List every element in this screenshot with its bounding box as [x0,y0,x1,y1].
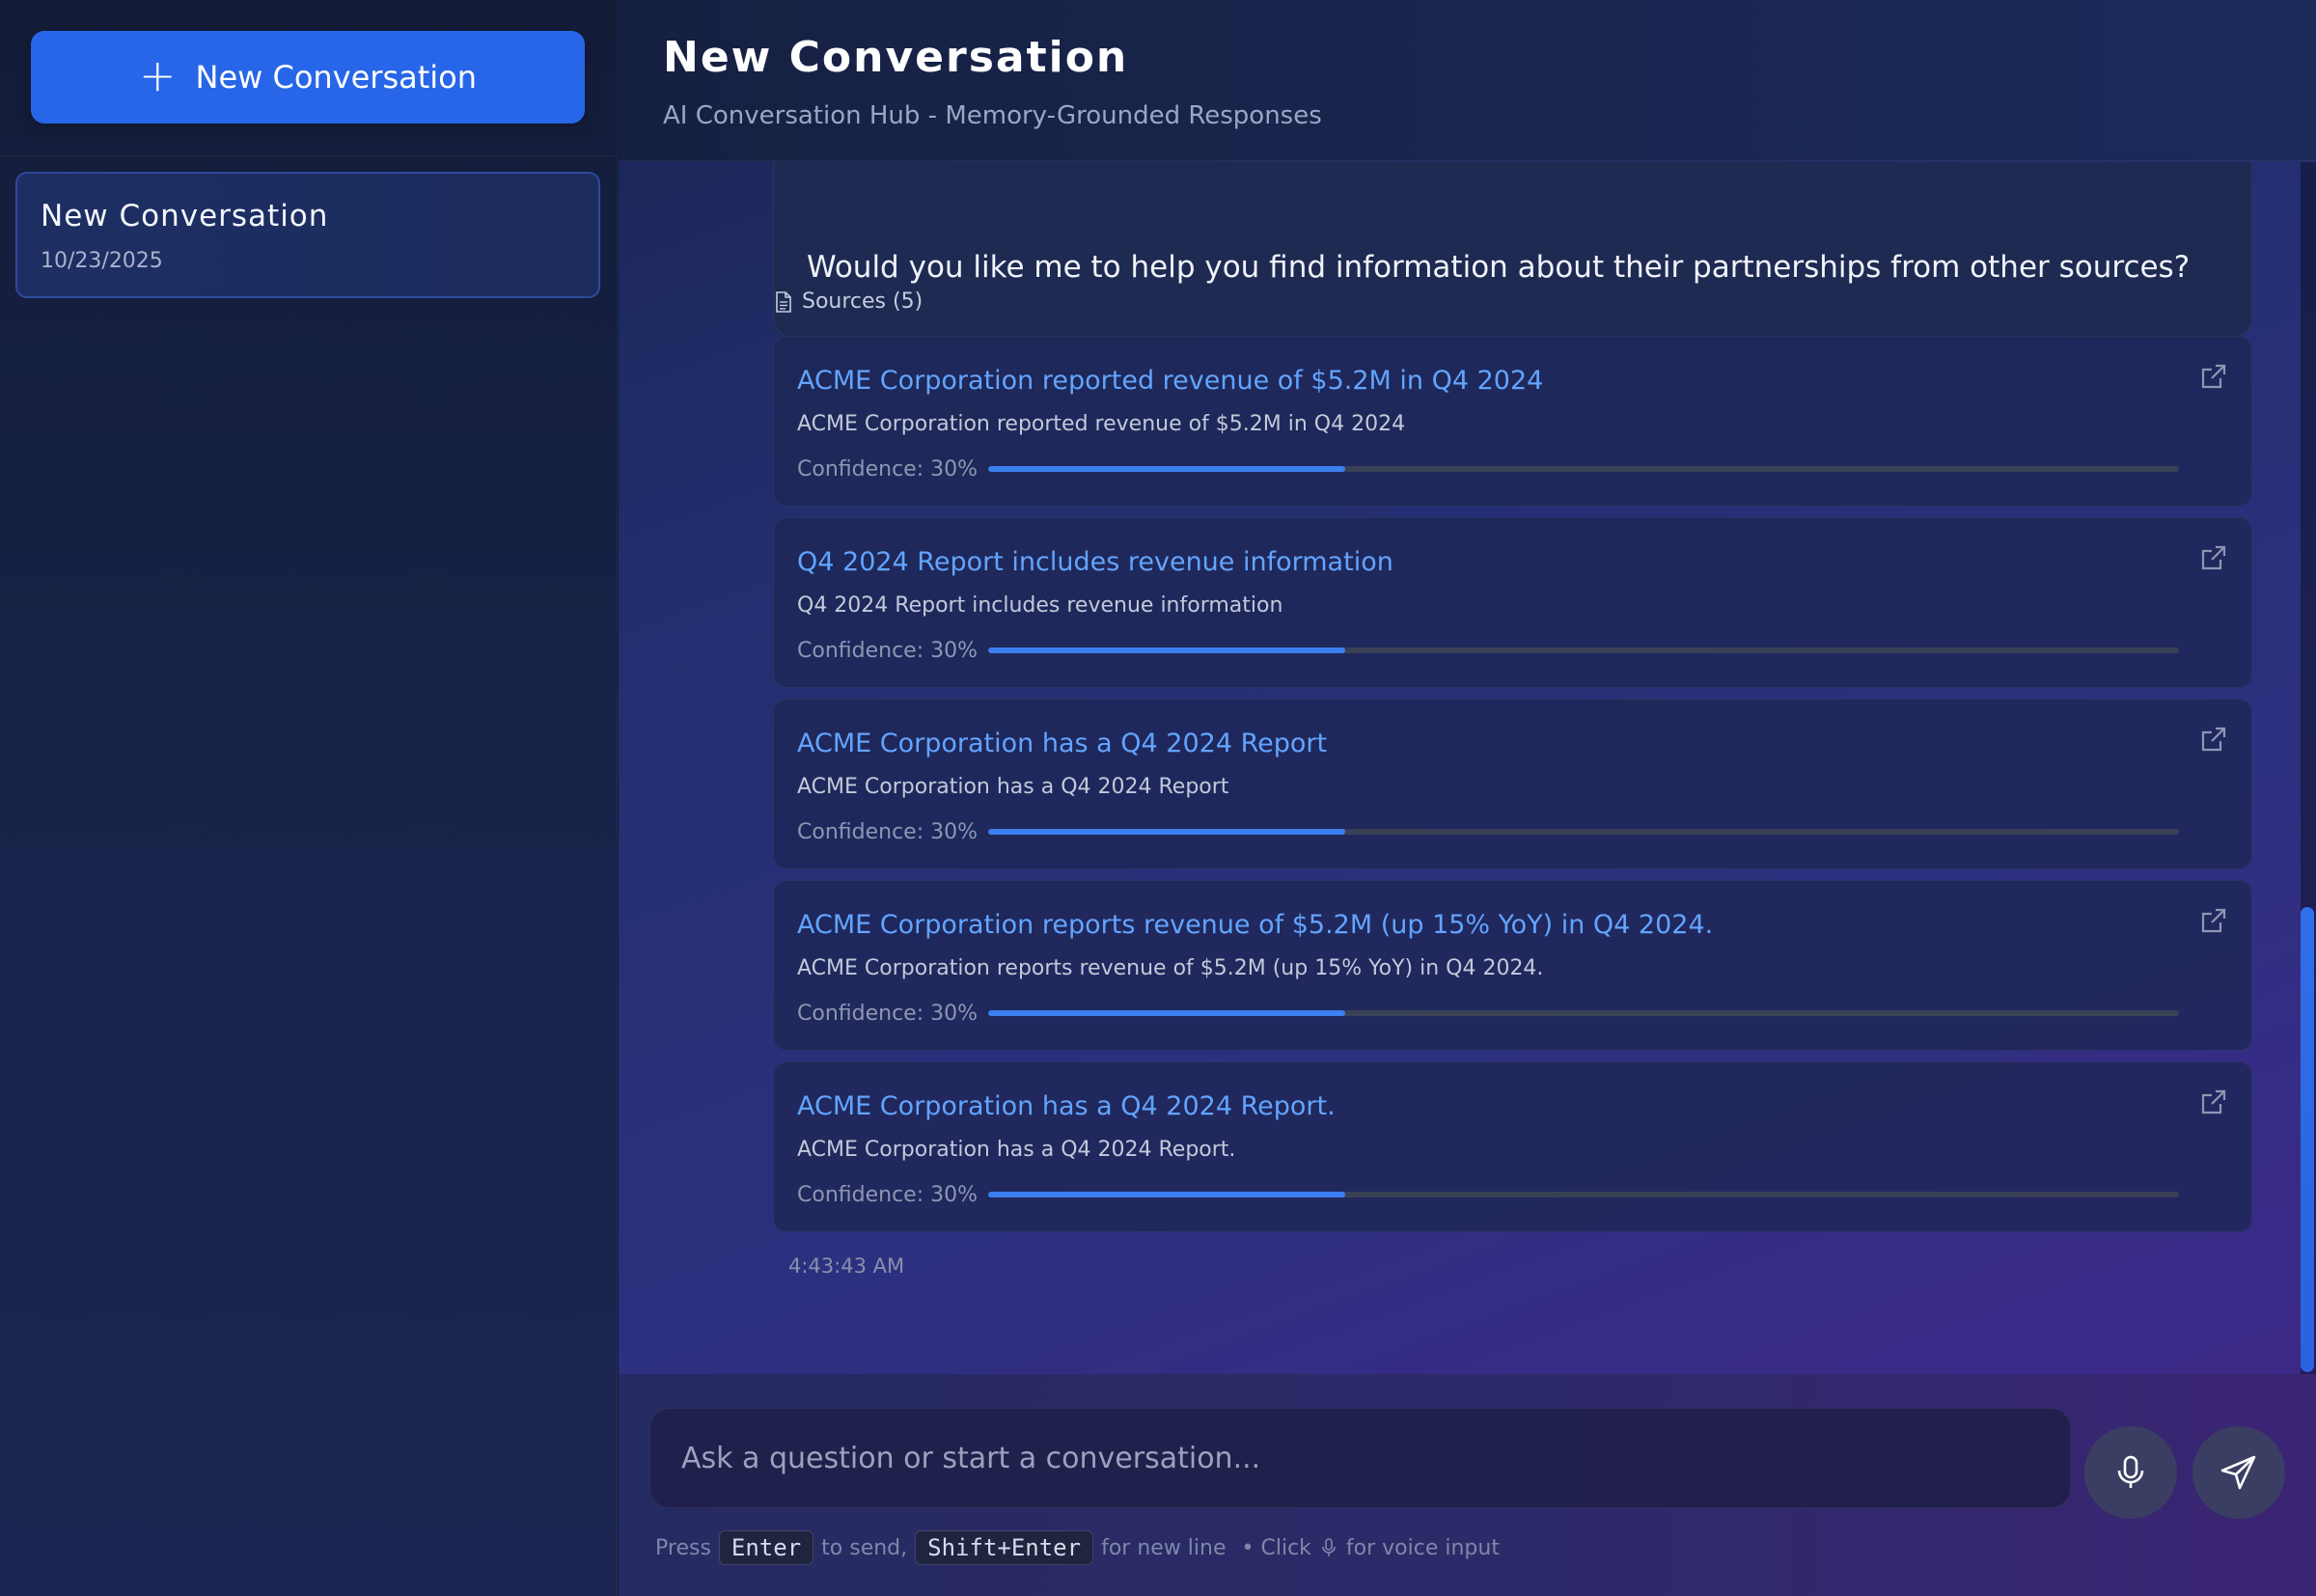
confidence-bar [988,466,2179,472]
voice-input-button[interactable] [2084,1426,2177,1519]
hint-click: • Click [1241,1535,1311,1560]
assistant-message-bubble: Would you like me to help you find infor… [773,162,2252,338]
confidence-label: Confidence: 30% [797,820,978,844]
source-description: ACME Corporation has a Q4 2024 Report [797,775,1229,799]
source-card[interactable]: Q4 2024 Report includes revenue informat… [773,517,2252,688]
send-icon [2220,1455,2256,1490]
confidence-label: Confidence: 30% [797,1002,978,1026]
confidence-fill [988,829,1346,835]
send-button[interactable] [2192,1426,2285,1519]
source-title[interactable]: ACME Corporation reports revenue of $5.2… [797,910,1713,940]
source-description: ACME Corporation reports revenue of $5.2… [797,956,1544,980]
source-title[interactable]: ACME Corporation reported revenue of $5.… [797,366,1543,396]
hint-new-line: for new line [1101,1535,1227,1560]
confidence-fill [988,647,1346,653]
source-card[interactable]: ACME Corporation has a Q4 2024 Report AC… [773,699,2252,869]
message-list[interactable]: Would you like me to help you find infor… [619,162,2316,1374]
app-root: + New Conversation New Conversation 10/2… [0,0,2316,1596]
chat-header: New Conversation AI Conversation Hub - M… [619,0,2316,161]
external-link-icon[interactable] [2199,725,2228,754]
conversation-date: 10/23/2025 [41,249,163,273]
external-link-icon[interactable] [2199,543,2228,572]
source-card[interactable]: ACME Corporation has a Q4 2024 Report. A… [773,1061,2252,1232]
confidence-label: Confidence: 30% [797,639,978,663]
sources-header[interactable]: Sources (5) [775,289,923,314]
source-title[interactable]: Q4 2024 Report includes revenue informat… [797,547,1393,577]
new-conversation-button[interactable]: + New Conversation [31,31,585,124]
sidebar: + New Conversation New Conversation 10/2… [0,0,618,1596]
new-conversation-label: New Conversation [195,59,478,96]
hint-voice: for voice input [1345,1535,1500,1560]
message-timestamp: 4:43:43 AM [788,1254,905,1278]
page-subtitle: AI Conversation Hub - Memory-Grounded Re… [663,101,1322,130]
confidence-bar [988,1192,2179,1197]
hint-to-send: to send, [821,1535,908,1560]
source-title[interactable]: ACME Corporation has a Q4 2024 Report. [797,1091,1336,1121]
microphone-icon [2117,1455,2144,1488]
source-title[interactable]: ACME Corporation has a Q4 2024 Report [797,729,1327,758]
sidebar-header: + New Conversation [0,0,617,156]
message-input[interactable] [681,1441,2039,1475]
shift-enter-key-badge: Shift+Enter [915,1530,1094,1565]
microphone-icon [1322,1538,1336,1556]
source-description: ACME Corporation has a Q4 2024 Report. [797,1138,1236,1162]
hint-press: Press [655,1535,711,1560]
message-input-container[interactable] [649,1408,2071,1508]
source-card[interactable]: ACME Corporation reported revenue of $5.… [773,336,2252,507]
page-title: New Conversation [663,33,1129,82]
source-description: ACME Corporation reported revenue of $5.… [797,412,1406,436]
assistant-message-text: Would you like me to help you find infor… [807,250,2191,285]
confidence-bar [988,647,2179,653]
main-panel: New Conversation AI Conversation Hub - M… [619,0,2316,1596]
confidence-label: Confidence: 30% [797,457,978,482]
enter-key-badge: Enter [718,1530,814,1565]
external-link-icon[interactable] [2199,1087,2228,1116]
conversation-list-item[interactable]: New Conversation 10/23/2025 [15,172,600,298]
sources-label: Sources (5) [802,289,924,314]
composer-hint: Press Enter to send, Shift+Enter for new… [655,1530,1500,1565]
confidence-bar [988,1010,2179,1016]
document-icon [776,290,791,313]
external-link-icon[interactable] [2199,906,2228,935]
plus-icon: + [138,49,177,101]
composer: Press Enter to send, Shift+Enter for new… [619,1374,2316,1596]
confidence-fill [988,466,1346,472]
confidence-label: Confidence: 30% [797,1183,978,1207]
confidence-bar [988,829,2179,835]
external-link-icon[interactable] [2199,362,2228,391]
conversation-title: New Conversation [41,199,329,234]
scrollbar-thumb[interactable] [2301,907,2314,1372]
source-description: Q4 2024 Report includes revenue informat… [797,593,1283,618]
confidence-fill [988,1010,1346,1016]
source-card[interactable]: ACME Corporation reports revenue of $5.2… [773,880,2252,1051]
confidence-fill [988,1192,1346,1197]
